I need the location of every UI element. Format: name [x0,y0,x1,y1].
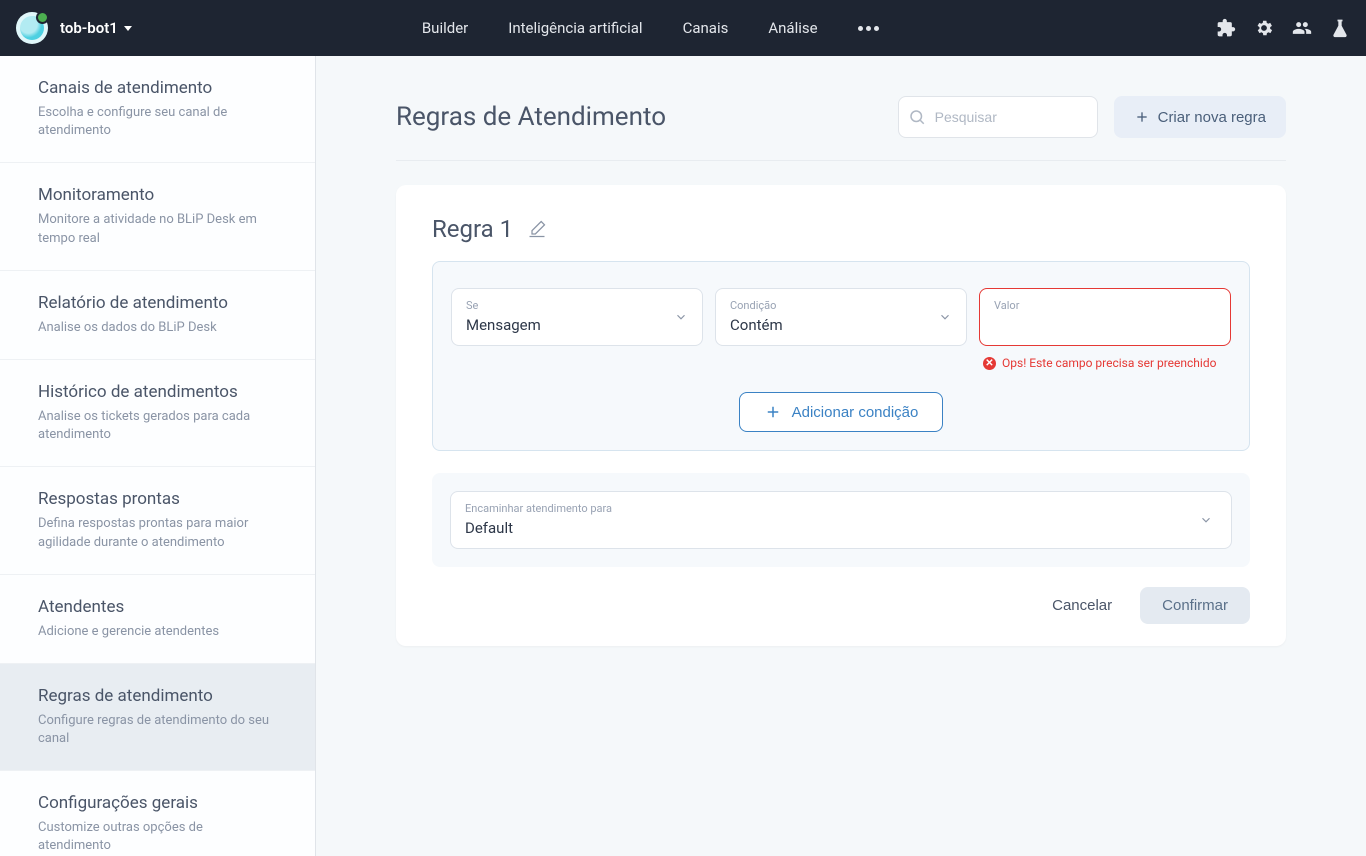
error-icon: ✕ [983,357,996,370]
sidebar-item-title: Histórico de atendimentos [38,382,277,402]
value-input-wrap: Valor ✕ Ops! Este campo precisa ser pree… [979,288,1231,370]
nav-ai[interactable]: Inteligência artificial [508,13,642,43]
confirm-button[interactable]: Confirmar [1140,587,1250,624]
conditions-panel: Se Mensagem Condição Contém [432,261,1250,451]
sidebar-item-title: Relatório de atendimento [38,293,277,313]
sidebar-item-settings[interactable]: Configurações gerais Customize outras op… [0,771,315,856]
team-icon[interactable] [1292,18,1312,38]
condition-select[interactable]: Condição Contém [715,288,967,346]
sidebar-item-canned[interactable]: Respostas prontas Defina respostas pront… [0,467,315,574]
rule-actions: Cancelar Confirmar [432,587,1250,624]
forward-select[interactable]: Encaminhar atendimento para Default [450,491,1232,549]
new-rule-label: Criar nova regra [1158,109,1266,126]
sidebar-item-desc: Escolha e configure seu canal de atendim… [38,104,277,140]
bot-name-label: tob-bot1 [60,19,118,37]
sidebar-item-history[interactable]: Histórico de atendimentos Analise os tic… [0,360,315,467]
chevron-down-icon [938,310,952,324]
sidebar-item-title: Regras de atendimento [38,686,277,706]
sidebar-item-title: Canais de atendimento [38,78,277,98]
if-select[interactable]: Se Mensagem [451,288,703,346]
chevron-down-icon [1199,513,1213,527]
plus-icon [764,403,782,421]
add-condition-label: Adicionar condição [792,404,919,421]
if-select-label: Se [466,299,688,312]
sidebar-item-title: Respostas prontas [38,489,277,509]
new-rule-button[interactable]: Criar nova regra [1114,96,1286,138]
sidebar-item-title: Configurações gerais [38,793,277,813]
nav-builder[interactable]: Builder [422,13,468,43]
nav-analysis[interactable]: Análise [768,13,817,43]
sidebar-item-desc: Defina respostas prontas para maior agil… [38,515,277,551]
rule-title: Regra 1 [432,215,513,243]
error-text: Ops! Este campo precisa ser preenchido [1002,356,1216,370]
bot-avatar[interactable] [16,12,48,44]
sidebar-item-desc: Analise os tickets gerados para cada ate… [38,408,277,444]
search-input[interactable] [898,96,1098,138]
page-title: Regras de Atendimento [396,102,882,132]
sidebar-item-agents[interactable]: Atendentes Adicione e gerencie atendente… [0,575,315,664]
sidebar-item-desc: Configure regras de atendimento do seu c… [38,712,277,748]
sidebar-item-desc: Adicione e gerencie atendentes [38,623,277,641]
sidebar-item-desc: Monitore a atividade no BLiP Desk em tem… [38,211,277,247]
flask-icon[interactable] [1330,18,1350,38]
condition-select-wrap: Condição Contém [715,288,967,346]
sidebar-item-title: Monitoramento [38,185,277,205]
cancel-button[interactable]: Cancelar [1034,587,1130,624]
error-message: ✕ Ops! Este campo precisa ser preenchido [979,356,1231,370]
sidebar-item-rules[interactable]: Regras de atendimento Configure regras d… [0,664,315,771]
condition-row: Se Mensagem Condição Contém [451,288,1231,370]
edit-icon[interactable] [527,219,547,239]
rule-header: Regra 1 [432,215,1250,243]
if-select-wrap: Se Mensagem [451,288,703,346]
chevron-down-icon [674,310,688,324]
gear-icon[interactable] [1254,18,1274,38]
search-icon [908,108,926,126]
divider [396,160,1286,161]
condition-select-value: Contém [730,316,783,334]
add-condition-button[interactable]: Adicionar condição [739,392,944,432]
nav-more[interactable] [858,13,879,43]
forward-value: Default [465,519,513,537]
sidebar-item-title: Atendentes [38,597,277,617]
page-header: Regras de Atendimento Criar nova regra [396,96,1286,138]
forward-label: Encaminhar atendimento para [465,502,1217,515]
app-header: tob-bot1 Builder Inteligência artificial… [0,0,1366,56]
sidebar-item-monitoring[interactable]: Monitoramento Monitore a atividade no BL… [0,163,315,270]
search-box [898,96,1098,138]
value-input-label: Valor [994,299,1216,312]
if-select-value: Mensagem [466,316,541,334]
header-actions [1216,18,1350,38]
rule-card: Regra 1 Se Mensagem Condição [396,185,1286,646]
nav-channels[interactable]: Canais [683,13,729,43]
main-content: Regras de Atendimento Criar nova regra R… [316,56,1366,856]
bot-selector[interactable]: tob-bot1 [60,19,132,37]
chevron-down-icon [124,26,132,31]
condition-select-label: Condição [730,299,952,312]
value-input[interactable]: Valor [979,288,1231,346]
plus-icon [1134,109,1150,125]
sidebar-item-channels[interactable]: Canais de atendimento Escolha e configur… [0,56,315,163]
top-nav: Builder Inteligência artificial Canais A… [422,13,879,43]
sidebar: Canais de atendimento Escolha e configur… [0,56,316,856]
sidebar-item-report[interactable]: Relatório de atendimento Analise os dado… [0,271,315,360]
plugin-icon[interactable] [1216,18,1236,38]
sidebar-item-desc: Customize outras opções de atendimento [38,819,277,855]
forward-panel: Encaminhar atendimento para Default [432,473,1250,567]
sidebar-item-desc: Analise os dados do BLiP Desk [38,319,277,337]
